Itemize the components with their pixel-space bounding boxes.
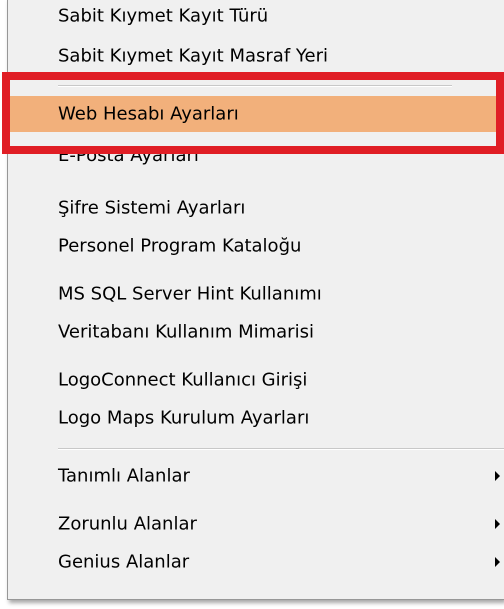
menu-item-label: Zorunlu Alanlar <box>58 513 197 535</box>
menu-item-web-hesabi-ayarlari[interactable]: Web Hesabı Ayarları <box>8 96 504 132</box>
menu-item-label: Veritabanı Kullanım Mimarisi <box>58 321 314 343</box>
menu-item-label: Sabit Kıymet Kayıt Türü <box>58 5 269 27</box>
menu-item-label: Tanımlı Alanlar <box>58 465 190 487</box>
menu-item-sabit-kiymet-kayit-masraf-yeri[interactable]: Sabit Kıymet Kayıt Masraf Yeri <box>8 38 504 74</box>
menu-item-zorunlu-alanlar[interactable]: Zorunlu Alanlar <box>8 506 504 542</box>
menu-item-e-posta-ayarlari[interactable]: E-Posta Ayarları <box>8 138 504 174</box>
menu-item-genius-alanlar[interactable]: Genius Alanlar <box>8 544 504 580</box>
submenu-arrow-icon <box>495 471 500 481</box>
menu-item-label: Personel Program Kataloğu <box>58 235 302 257</box>
menu-item-label: Genius Alanlar <box>58 551 190 573</box>
menu-item-label: Şifre Sistemi Ayarları <box>58 197 246 219</box>
menu-item-label: Logo Maps Kurulum Ayarları <box>58 407 310 429</box>
menu-item-tanimli-alanlar[interactable]: Tanımlı Alanlar <box>8 458 504 494</box>
menu-item-ms-sql-server-hint-kullanimi[interactable]: MS SQL Server Hint Kullanımı <box>8 276 504 312</box>
menu-item-label: E-Posta Ayarları <box>58 145 199 166</box>
menu-separator <box>58 448 504 450</box>
menu-item-label: LogoConnect Kullanıcı Girişi <box>58 369 308 391</box>
menu-item-label: Sabit Kıymet Kayıt Masraf Yeri <box>58 45 328 67</box>
menu-item-logo-maps-kurulum-ayarlari[interactable]: Logo Maps Kurulum Ayarları <box>8 400 504 436</box>
menu-item-label: MS SQL Server Hint Kullanımı <box>58 283 322 305</box>
menu-item-logoconnect-kullanici-girisi[interactable]: LogoConnect Kullanıcı Girişi <box>8 362 504 398</box>
submenu-arrow-icon <box>495 519 500 529</box>
menu-item-label: Web Hesabı Ayarları <box>58 103 239 125</box>
menu-separator <box>58 85 452 87</box>
context-menu: Sabit Kıymet Kayıt Türü Sabit Kıymet Kay… <box>7 0 504 600</box>
menu-item-sifre-sistemi-ayarlari[interactable]: Şifre Sistemi Ayarları <box>8 190 504 226</box>
submenu-arrow-icon <box>495 557 500 567</box>
menu-item-sabit-kiymet-kayit-turu[interactable]: Sabit Kıymet Kayıt Türü <box>8 0 504 34</box>
menu-item-veritabani-kullanim-mimarisi[interactable]: Veritabanı Kullanım Mimarisi <box>8 314 504 350</box>
menu-item-personel-program-katalogu[interactable]: Personel Program Kataloğu <box>8 228 504 264</box>
